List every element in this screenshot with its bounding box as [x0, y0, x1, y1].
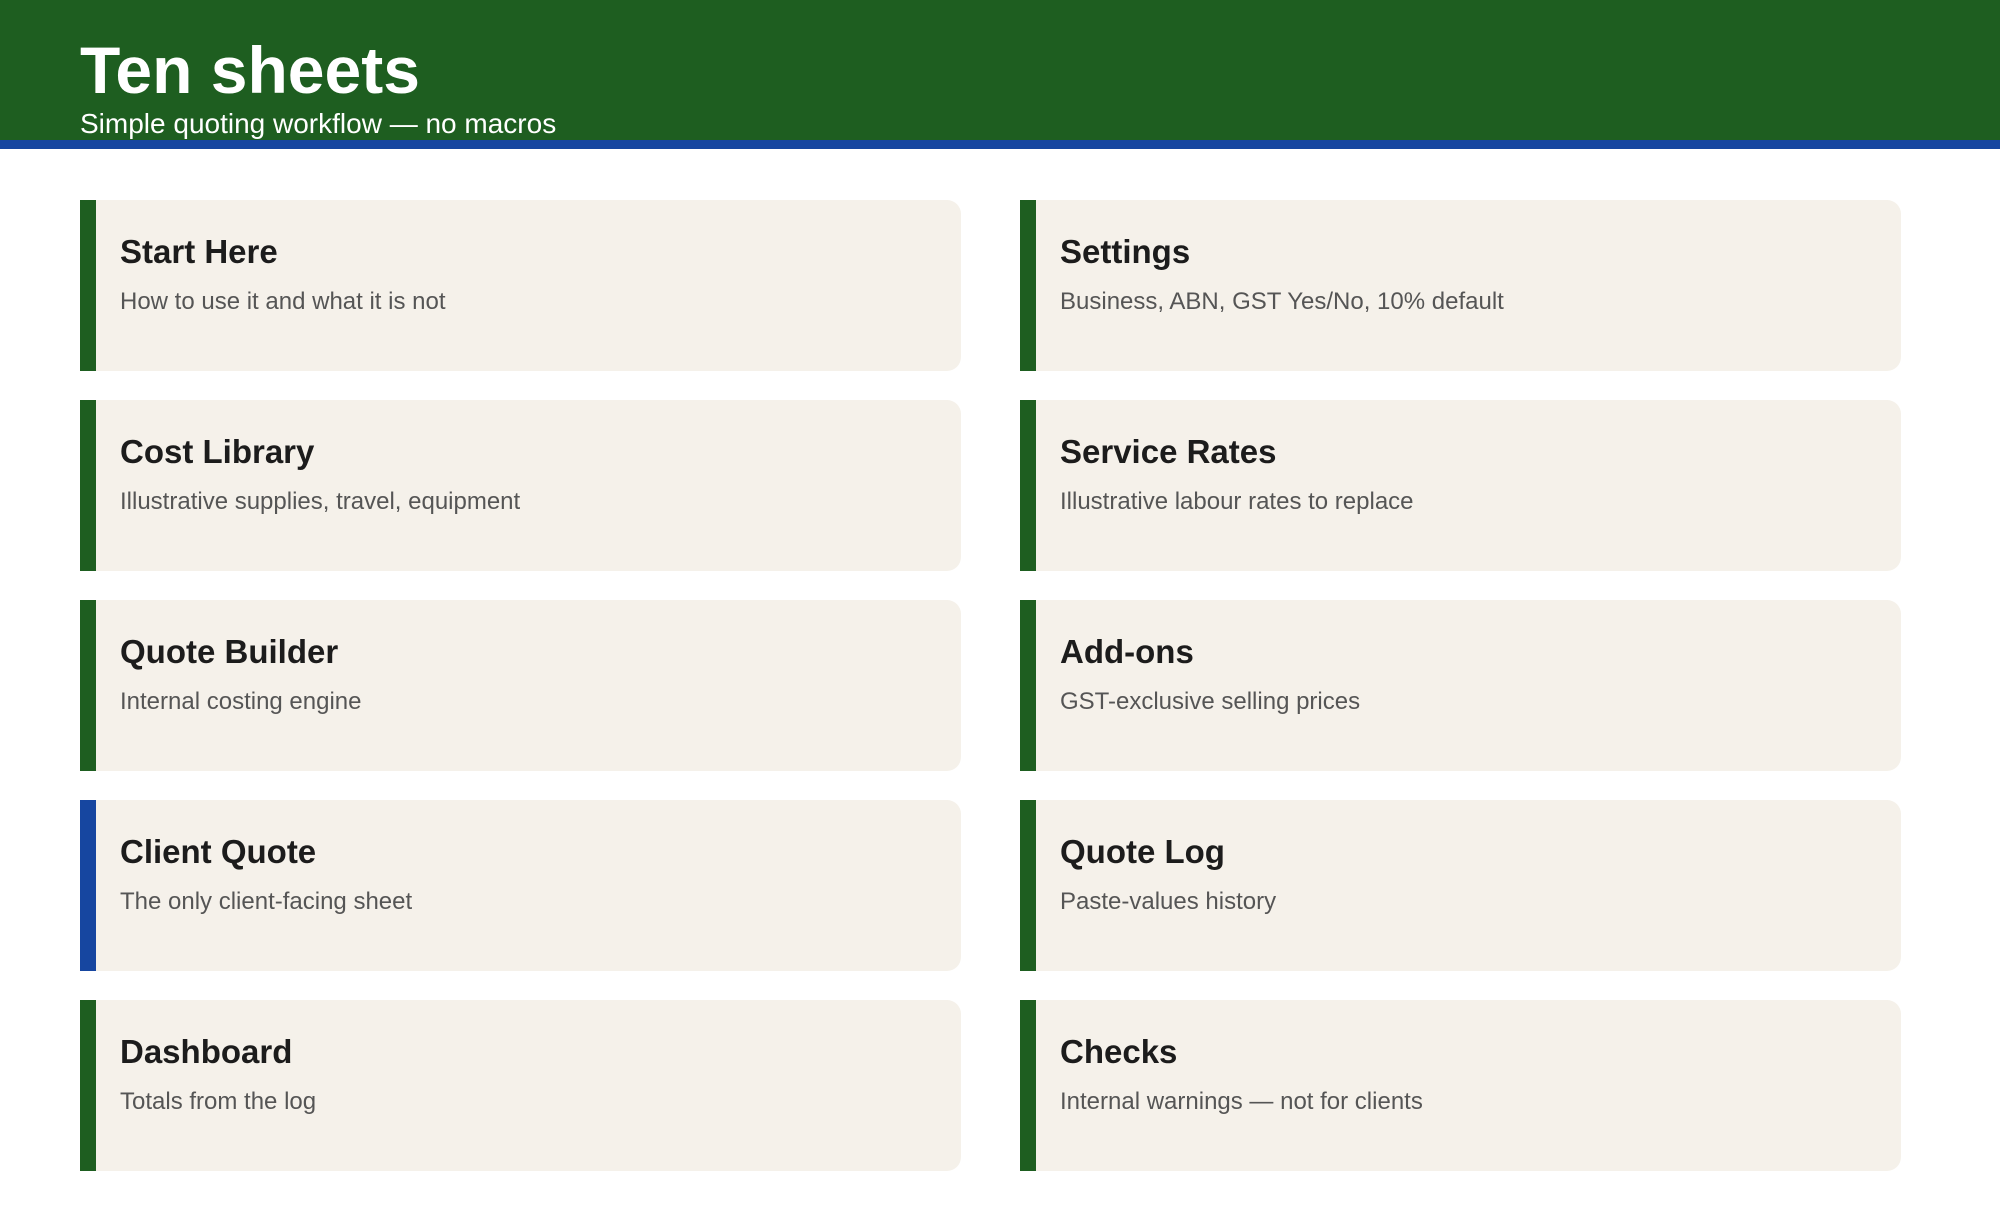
page-title: Ten sheets	[80, 33, 420, 107]
sheet-card-description: Internal warnings — not for clients	[1060, 1088, 1423, 1115]
sheet-card-title: Add-ons	[1060, 633, 1194, 670]
sheet-card-quote-log[interactable]: Quote Log Paste-values history	[1020, 800, 1901, 971]
sheet-card-dashboard[interactable]: Dashboard Totals from the log	[80, 1000, 961, 1171]
sheet-card-title: Checks	[1060, 1033, 1178, 1070]
sheet-card-title: Service Rates	[1060, 433, 1277, 470]
sheet-card-description: How to use it and what it is not	[120, 288, 446, 315]
sheet-card-add-ons[interactable]: Add-ons GST-exclusive selling prices	[1020, 600, 1901, 771]
header-divider	[0, 140, 2000, 149]
sheet-card-description: Illustrative labour rates to replace	[1060, 488, 1414, 515]
sheet-card-description: Paste-values history	[1060, 888, 1277, 915]
sheet-card-settings[interactable]: Settings Business, ABN, GST Yes/No, 10% …	[1020, 200, 1901, 371]
sheet-card-client-quote[interactable]: Client Quote The only client-facing shee…	[80, 800, 961, 971]
sheet-card-service-rates[interactable]: Service Rates Illustrative labour rates …	[1020, 400, 1901, 571]
sheet-card-cost-library[interactable]: Cost Library Illustrative supplies, trav…	[80, 400, 961, 571]
page-subtitle: Simple quoting workflow — no macros	[80, 108, 557, 139]
sheet-card-description: Illustrative supplies, travel, equipment	[120, 488, 521, 515]
sheet-card-description: Business, ABN, GST Yes/No, 10% default	[1060, 288, 1504, 315]
sheet-card-start-here[interactable]: Start Here How to use it and what it is …	[80, 200, 961, 371]
sheet-card-description: The only client-facing sheet	[120, 888, 413, 915]
header-banner: Ten sheets Simple quoting workflow — no …	[0, 0, 2000, 140]
sheet-card-title: Client Quote	[120, 833, 317, 870]
sheet-card-title: Settings	[1060, 233, 1191, 270]
sheet-card-title: Cost Library	[120, 433, 315, 470]
sheet-card-title: Quote Builder	[120, 633, 339, 670]
sheet-card-description: Internal costing engine	[120, 688, 362, 715]
sheet-card-description: Totals from the log	[120, 1088, 317, 1115]
sheet-card-description: GST-exclusive selling prices	[1060, 688, 1361, 715]
sheet-card-title: Quote Log	[1060, 833, 1225, 870]
sheet-grid: Start Here How to use it and what it is …	[80, 200, 1901, 1171]
sheet-card-checks[interactable]: Checks Internal warnings — not for clien…	[1020, 1000, 1901, 1171]
sheet-card-title: Start Here	[120, 233, 278, 270]
sheet-card-title: Dashboard	[120, 1033, 293, 1070]
sheet-card-quote-builder[interactable]: Quote Builder Internal costing engine	[80, 600, 961, 771]
